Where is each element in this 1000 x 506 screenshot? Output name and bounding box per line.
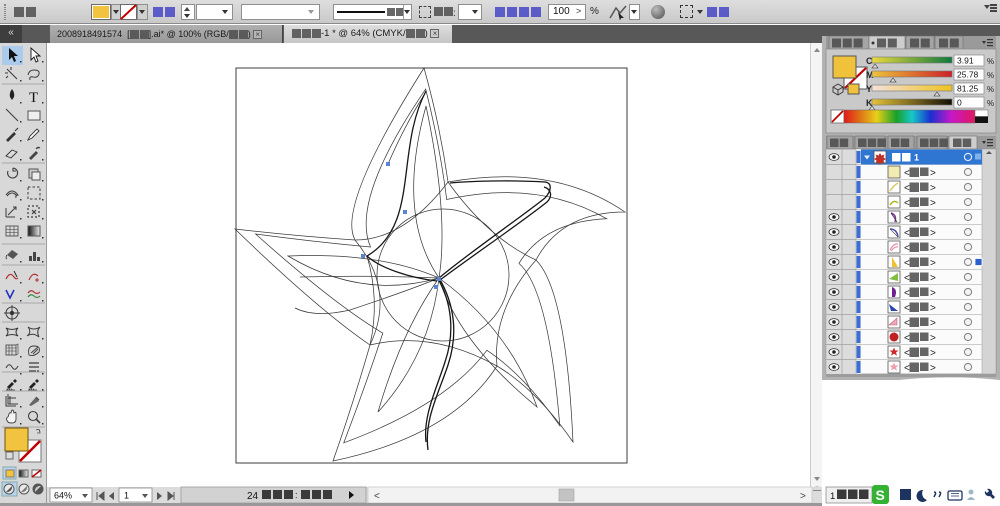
svg-text:>: > (930, 363, 936, 374)
svg-text:<: < (904, 303, 910, 314)
svg-text:>: > (930, 318, 936, 329)
svg-text:1: 1 (124, 491, 129, 501)
svg-text:>: > (930, 183, 936, 194)
svg-text::: : (295, 490, 298, 500)
svg-text:>: > (930, 168, 936, 179)
svg-text:<: < (904, 243, 910, 254)
svg-text:>: > (930, 303, 936, 314)
svg-text:81.25: 81.25 (957, 84, 979, 94)
svg-text:<: < (904, 258, 910, 269)
svg-text:<: < (904, 333, 910, 344)
svg-text:<: < (904, 198, 910, 209)
svg-text:>: > (930, 198, 936, 209)
svg-text:Y: Y (866, 84, 872, 94)
svg-text:%: % (987, 71, 994, 80)
svg-text:<: < (904, 348, 910, 359)
svg-text:1: 1 (914, 153, 919, 163)
svg-text:%: % (987, 99, 994, 108)
svg-text:>: > (930, 258, 936, 269)
svg-text:>: > (930, 348, 936, 359)
svg-text:<: < (904, 318, 910, 329)
svg-text:<: < (904, 168, 910, 179)
svg-text:%: % (987, 57, 994, 66)
svg-text:0: 0 (957, 98, 962, 108)
svg-text:>: > (930, 213, 936, 224)
svg-text:%: % (987, 85, 994, 94)
svg-text:<: < (904, 288, 910, 299)
svg-text:>: > (930, 243, 936, 254)
svg-text:S: S (876, 487, 885, 503)
svg-text:<: < (904, 228, 910, 239)
svg-text:3.91: 3.91 (957, 56, 974, 66)
svg-text:25.78: 25.78 (957, 70, 979, 80)
svg-text:>: > (930, 333, 936, 344)
svg-text:>: > (930, 288, 936, 299)
svg-text:1: 1 (830, 491, 835, 502)
svg-text:<: < (374, 491, 380, 502)
svg-text:<: < (904, 273, 910, 284)
svg-text:<: < (904, 183, 910, 194)
svg-text:>: > (930, 273, 936, 284)
svg-text:64%: 64% (54, 491, 72, 501)
svg-text:24: 24 (247, 491, 259, 502)
svg-text:<: < (904, 363, 910, 374)
svg-text:<: < (904, 213, 910, 224)
svg-text:>: > (930, 228, 936, 239)
svg-text:>: > (800, 491, 806, 502)
